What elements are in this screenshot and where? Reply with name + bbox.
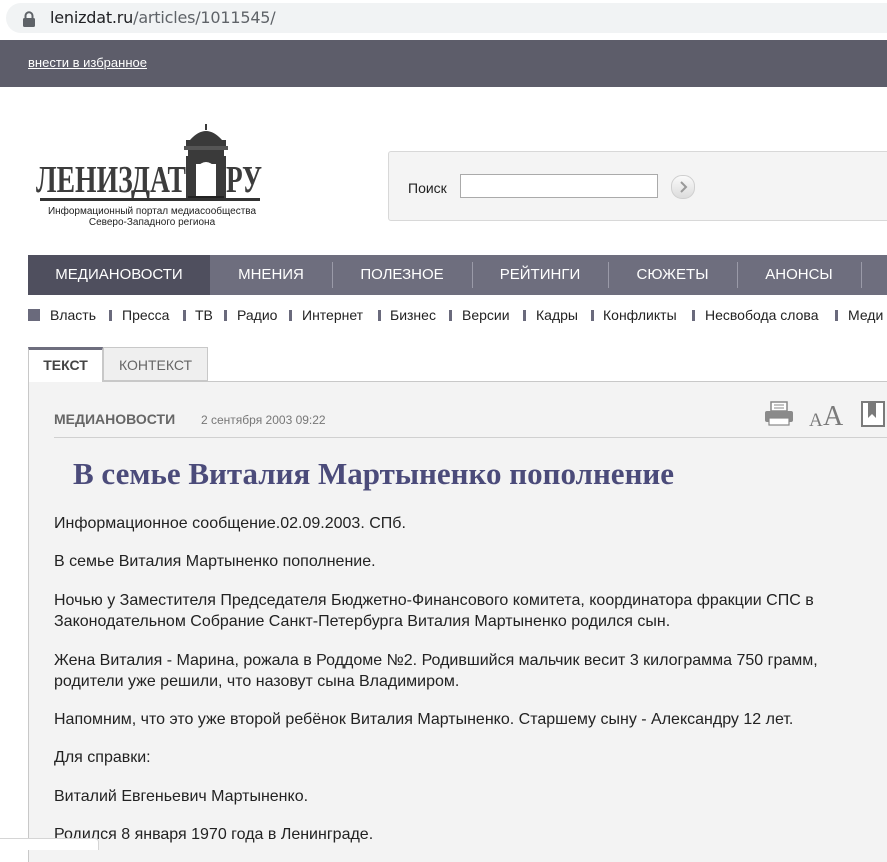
subnav-item-nesvoboda-slova[interactable]: Несвобода слова	[705, 307, 818, 323]
article-paragraph: Родился 8 января 1970 года в Ленинграде.	[54, 826, 374, 843]
subnav-item-konflikty[interactable]: Конфликты	[603, 307, 677, 323]
article-paragraph: Виталий Евгеньевич Мартыненко.	[54, 788, 309, 805]
browser-address-bar: lenizdat.ru/articles/1011545/	[0, 0, 887, 38]
subnav-divider	[835, 310, 838, 321]
article-paragraph: Для справки:	[54, 749, 151, 766]
nav-item-mneniya[interactable]: МНЕНИЯ	[210, 255, 332, 295]
bottom-popup-edge	[0, 838, 99, 850]
svg-text:A: A	[809, 410, 823, 428]
logo-text: ЛЕНИЗДАТ	[36, 159, 186, 201]
tagline-line2: Северо-Западного региона	[88, 217, 216, 228]
subnav-divider	[289, 310, 292, 321]
subnav-item-pressa[interactable]: Пресса	[122, 307, 169, 323]
subnav-divider	[224, 310, 227, 321]
lock-icon	[23, 11, 35, 27]
article-category[interactable]: МЕДИАНОВОСТИ	[54, 411, 175, 427]
search-submit-button[interactable]	[671, 175, 695, 199]
nav-divider	[861, 262, 862, 288]
subnav-divider	[591, 310, 594, 321]
logo-suffix: РУ	[226, 159, 262, 201]
logo-graphic: ЛЕНИЗДАТ РУ	[36, 124, 262, 201]
article-paragraph: Информационное сообщение.02.09.2003. СПб…	[54, 515, 406, 532]
subnav-item-radio[interactable]: Радио	[237, 307, 277, 323]
nav-item-syuzhety[interactable]: СЮЖЕТЫ	[608, 255, 737, 295]
tab-text[interactable]: ТЕКСТ	[28, 347, 103, 382]
subnav-item-versii[interactable]: Версии	[462, 307, 510, 323]
search-panel: Поиск	[388, 151, 887, 221]
print-icon[interactable]	[763, 401, 795, 427]
subnav-divider	[109, 310, 112, 321]
article-paragraph: Напомним, что это уже второй ребёнок Вит…	[54, 711, 794, 728]
article-title: В семье Виталия Мартыненко пополнение	[73, 456, 675, 491]
subnav-item-internet[interactable]: Интернет	[302, 307, 363, 323]
subnav-item-vlast[interactable]: Власть	[50, 307, 96, 323]
subnav-item-kadry[interactable]: Кадры	[536, 307, 578, 323]
article-date: 2 сентября 2003 09:22	[201, 413, 326, 427]
article-paragraph: В семье Виталия Мартыненко пополнение.	[54, 553, 376, 570]
subnav-item-tv[interactable]: ТВ	[195, 307, 213, 323]
tagline-line1: Информационный портал медиасообщества	[47, 206, 257, 217]
article-paragraph: Ночью у Заместителя Председателя Бюджетн…	[54, 592, 814, 630]
url-host: lenizdat.ru	[50, 8, 134, 27]
subnav-divider	[378, 310, 381, 321]
subnav-item-media[interactable]: Меди	[848, 307, 883, 323]
bookmark-icon[interactable]	[860, 400, 886, 428]
meta-divider	[54, 437, 887, 438]
subnav-divider	[692, 310, 695, 321]
search-label: Поиск	[408, 180, 447, 196]
search-input[interactable]	[460, 174, 658, 198]
nav-item-reitingi[interactable]: РЕЙТИНГИ	[472, 255, 608, 295]
main-nav: МЕДИАНОВОСТИ МНЕНИЯ ПОЛЕЗНОЕ РЕЙТИНГИ СЮ…	[28, 255, 887, 295]
logo-tagline: Информационный портал медиасообщества Се…	[30, 206, 274, 228]
font-size-icon[interactable]: A A	[808, 400, 846, 428]
subnav-item-biznes[interactable]: Бизнес	[390, 307, 436, 323]
url-path: /articles/1011545/	[133, 8, 276, 27]
top-bar: внести в избранное	[0, 40, 887, 87]
subnav-divider	[183, 310, 186, 321]
tab-context[interactable]: КОНТЕКСТ	[103, 347, 208, 381]
nav-item-anonsy[interactable]: АНОНСЫ	[737, 255, 861, 295]
nav-item-poleznoe[interactable]: ПОЛЕЗНОЕ	[332, 255, 472, 295]
subnav-divider	[523, 310, 526, 321]
svg-text:A: A	[823, 401, 844, 428]
nav-item-medianovosti[interactable]: МЕДИАНОВОСТИ	[28, 255, 210, 295]
article-paragraph: Жена Виталия - Марина, рожала в Роддоме …	[54, 652, 818, 690]
subnav-divider	[449, 310, 452, 321]
add-to-favorites-link[interactable]: внести в избранное	[28, 55, 147, 70]
square-bullet-icon	[28, 309, 40, 321]
chevron-right-icon	[680, 181, 688, 193]
url-text[interactable]: lenizdat.ru/articles/1011545/	[50, 8, 276, 27]
